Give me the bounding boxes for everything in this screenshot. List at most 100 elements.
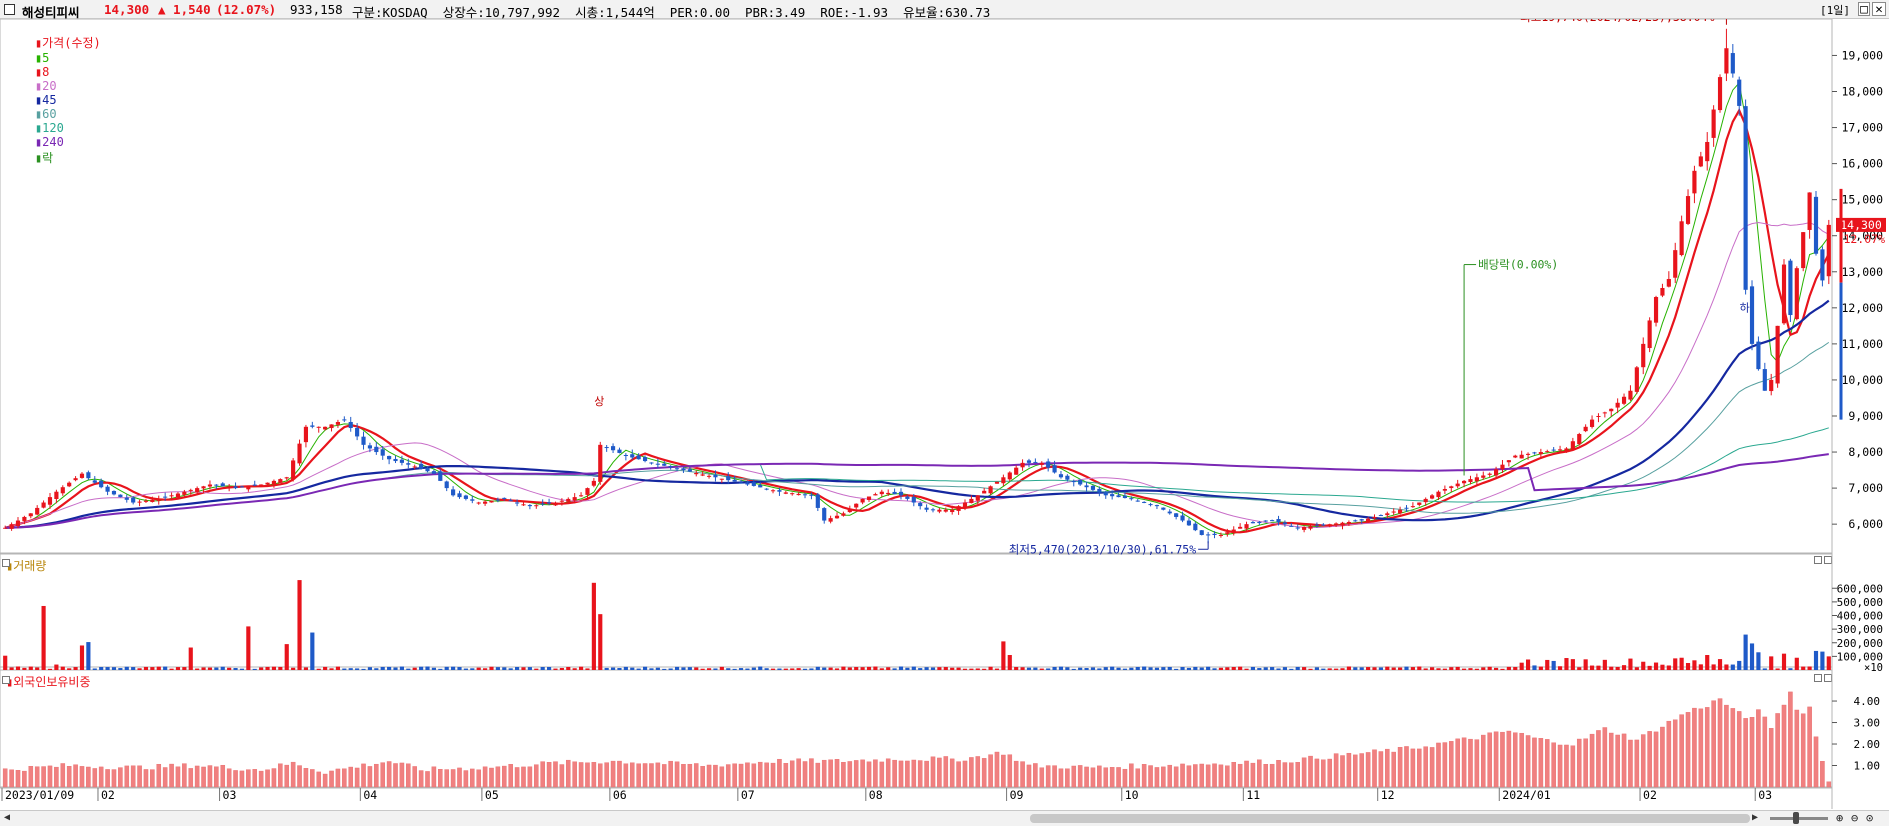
foreign-ratio-bar — [1692, 707, 1697, 788]
volume-bar — [1097, 668, 1102, 670]
candle-body — [1673, 250, 1678, 278]
candle-body — [1781, 264, 1787, 324]
foreign-ratio-bar — [1365, 752, 1371, 788]
volume-bar — [1602, 659, 1607, 670]
panel-toggle-checkbox[interactable] — [4, 4, 15, 15]
volume-bar — [930, 667, 936, 670]
candle-body — [1698, 156, 1703, 167]
scroll-left-arrow[interactable]: ◀ — [4, 812, 10, 823]
zoom-out-icon[interactable]: ⊖ — [1851, 811, 1858, 825]
x-axis-label: 08 — [869, 788, 883, 802]
candle-body — [1410, 506, 1415, 508]
close-button[interactable]: ✕ — [1872, 2, 1886, 16]
volume-bar — [898, 666, 904, 670]
candle-body — [1020, 462, 1025, 468]
foreign-ratio-bar — [1154, 767, 1160, 788]
candle-body — [297, 443, 302, 464]
candle-body — [738, 482, 744, 484]
candle-body — [143, 500, 149, 502]
foreign-ratio-bar — [565, 759, 571, 788]
foreign-ratio-bar — [1423, 746, 1428, 788]
foreign-ratio-bar — [1193, 764, 1198, 788]
foreign-ratio-bar — [1826, 781, 1832, 788]
volume-bar — [175, 667, 181, 670]
volume-bar — [252, 668, 257, 670]
price-panel-border — [0, 19, 1833, 554]
volume-bar — [994, 668, 1000, 670]
foreign-ratio-bar — [412, 766, 417, 788]
foreign-ratio-bar — [1500, 731, 1505, 788]
chart-scrollbar[interactable]: ◀ ▶ ⊕ ⊖ ⊙ — [0, 810, 1889, 826]
foreign-ratio-bar — [1557, 744, 1563, 788]
scroll-right-arrow[interactable]: ▶ — [1752, 812, 1758, 823]
volume-axis-label: 600,000 — [1837, 582, 1883, 595]
candle-body — [1065, 475, 1070, 480]
volume-bar — [1685, 663, 1691, 670]
candle-body — [1430, 495, 1435, 499]
foreign-ratio-bar — [1730, 708, 1736, 788]
volume-bar — [489, 666, 494, 670]
candle-body — [1289, 525, 1294, 527]
zoom-in-icon[interactable]: ⊕ — [1836, 811, 1843, 825]
candle-body — [1660, 288, 1665, 296]
foreign-ratio-bar — [1084, 766, 1089, 788]
foreign-ratio-bar — [1608, 732, 1614, 788]
foreign-ratio-bar — [322, 773, 328, 788]
volume-bar — [1398, 667, 1403, 670]
volume-bar — [316, 668, 321, 670]
maximize-button[interactable]: □ — [1858, 2, 1870, 16]
volume-bar — [201, 667, 206, 670]
candle-body — [1487, 473, 1492, 475]
zoom-slider-knob[interactable] — [1793, 812, 1799, 824]
volume-bar — [1493, 667, 1499, 670]
foreign-ratio-bar — [502, 765, 507, 788]
volume-bar — [1801, 666, 1806, 670]
volume-bar — [1410, 667, 1415, 670]
volume-bar — [1749, 643, 1755, 670]
price-axis-label: 19,000 — [1841, 48, 1883, 62]
foreign-ratio-bar — [1429, 747, 1435, 788]
candle-body — [1404, 507, 1409, 509]
volume-bar — [118, 668, 123, 670]
foreign-ratio-bar — [796, 758, 801, 788]
volume-bar — [1589, 665, 1595, 670]
candle-body — [131, 497, 136, 503]
foreign-ratio-bar — [809, 758, 814, 788]
candle-body — [687, 469, 692, 472]
price-axis-label: 11,000 — [1841, 337, 1883, 351]
volume-bar — [1468, 668, 1473, 670]
foreign-ratio-bar — [1385, 748, 1390, 788]
volume-bar — [431, 667, 436, 670]
volume-bar — [623, 666, 628, 670]
volume-bar — [975, 668, 980, 670]
foreign-ratio-bar — [258, 770, 264, 788]
volume-bar — [674, 666, 680, 670]
period-button[interactable]: [1일] — [1820, 2, 1850, 18]
chart-canvas[interactable]: 6,000 7,000 8,000 9,000 10,000 11,000 12,000 13… — [0, 19, 1889, 811]
foreign-ratio-bar — [1679, 714, 1684, 788]
candle-body — [1398, 509, 1403, 514]
foreign-ratio-bar — [674, 761, 680, 788]
foreign-ratio-bar — [719, 766, 725, 788]
scroll-thumb[interactable] — [1030, 814, 1750, 823]
x-axis-label: 05 — [485, 788, 499, 802]
foreign-ratio-bar — [1788, 691, 1793, 788]
ma-line-45 — [5, 299, 1830, 529]
x-axis-label: 11 — [1246, 788, 1260, 802]
zoom-reset-icon[interactable]: ⊙ — [1866, 811, 1873, 825]
foreign-ratio-bar — [623, 763, 629, 788]
candle-body — [60, 487, 65, 494]
candle-body — [975, 495, 980, 501]
candle-body — [1046, 461, 1051, 468]
volume-bar — [1250, 666, 1256, 670]
volume-bar — [1334, 668, 1339, 670]
foreign-ratio-bar — [764, 762, 769, 788]
candle-body — [982, 490, 987, 494]
candle-body — [233, 486, 238, 489]
foreign-ratio-bar — [1180, 763, 1185, 788]
volume-bar — [777, 668, 782, 670]
volume-bar — [566, 666, 571, 670]
candle-body — [1001, 477, 1006, 484]
zoom-slider-track[interactable] — [1770, 817, 1828, 820]
candle-body — [271, 480, 277, 485]
